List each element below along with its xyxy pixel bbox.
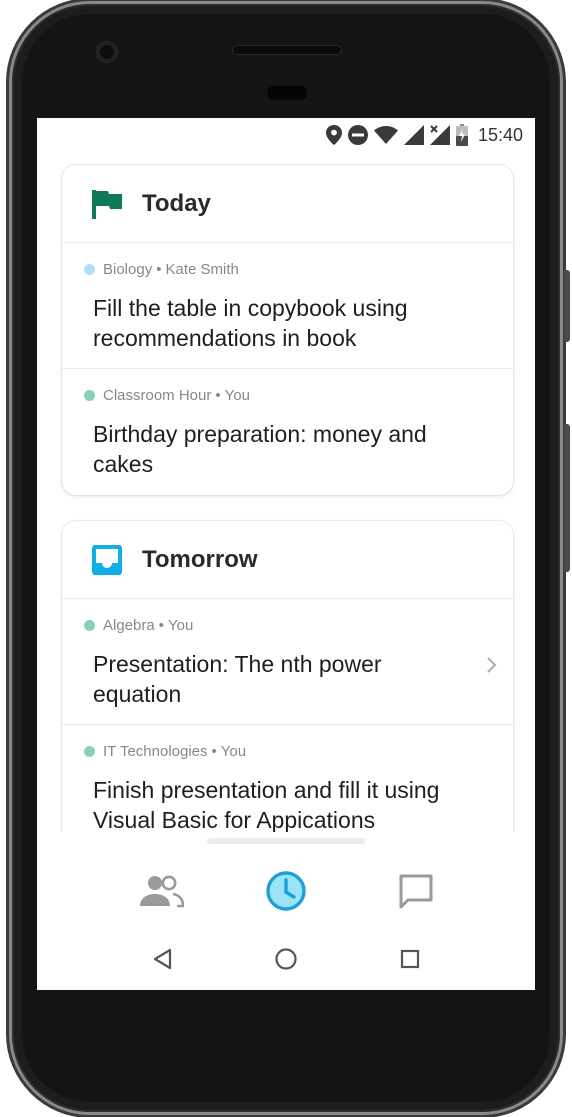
tomorrow-card: Tomorrow Algebra • You Presentation: The… — [62, 521, 513, 832]
task-meta: Biology • Kate Smith — [84, 261, 239, 278]
chevron-right-icon[interactable] — [485, 655, 499, 675]
location-icon — [325, 125, 342, 145]
task-text: Presentation: The nth power equation — [93, 651, 382, 707]
chat-icon — [399, 874, 433, 909]
task-item[interactable]: Classroom Hour • You Birthday preparatio… — [62, 369, 513, 495]
meta-separator: • — [158, 617, 164, 634]
task-item[interactable]: IT Technologies • You Finish presentatio… — [62, 725, 513, 832]
signal-icon — [403, 125, 424, 145]
inbox-icon — [92, 544, 122, 575]
task-item[interactable]: Biology • Kate Smith Fill the table in c… — [62, 243, 513, 369]
clock-icon — [266, 871, 306, 911]
subject-dot — [84, 390, 95, 401]
task-meta: IT Technologies • You — [84, 743, 246, 760]
home-button[interactable] — [271, 944, 301, 974]
task-subject: Algebra — [103, 617, 155, 634]
meta-separator: • — [211, 743, 217, 760]
tomorrow-card-header: Tomorrow — [62, 521, 513, 599]
signal-no-data-icon — [429, 125, 450, 145]
recents-icon — [400, 949, 420, 969]
task-text: Finish presentation and fill it using Vi… — [93, 777, 440, 832]
flag-icon — [92, 189, 122, 219]
status-bar: 15:40 — [37, 118, 535, 152]
screen: 15:40 Today Biology • Kate Smith Fill th… — [37, 118, 535, 990]
recents-button[interactable] — [395, 944, 425, 974]
volume-button — [564, 424, 570, 572]
task-author: You — [224, 387, 250, 404]
task-author: Kate Smith — [165, 261, 239, 278]
task-subject: Classroom Hour — [103, 387, 212, 404]
task-subject: IT Technologies — [103, 743, 208, 760]
task-author: You — [220, 743, 247, 760]
back-button[interactable] — [147, 944, 177, 974]
front-camera — [97, 42, 117, 62]
task-text: Birthday preparation: money and cakes — [93, 421, 427, 477]
nav-clock[interactable] — [263, 868, 309, 914]
task-item[interactable]: Algebra • You Presentation: The nth powe… — [62, 599, 513, 725]
today-title: Today — [142, 189, 211, 217]
system-navigation — [37, 928, 535, 990]
nav-messages[interactable] — [393, 868, 439, 914]
status-icons: 15:40 — [325, 123, 523, 147]
power-button — [564, 270, 570, 342]
task-subject: Biology — [103, 261, 153, 278]
do-not-disturb-icon — [347, 125, 368, 145]
proximity-sensor — [267, 86, 307, 100]
meta-separator: • — [215, 387, 221, 404]
subject-dot — [84, 746, 95, 757]
status-time: 15:40 — [477, 124, 523, 145]
wifi-icon — [373, 126, 398, 144]
subject-dot — [84, 264, 95, 275]
back-icon — [153, 948, 172, 970]
home-icon — [275, 948, 297, 970]
today-card: Today Biology • Kate Smith Fill the tabl… — [62, 165, 513, 495]
earpiece-speaker — [233, 46, 341, 54]
task-author: You — [167, 617, 194, 634]
task-text: Fill the table in copybook using recomme… — [93, 295, 408, 351]
battery-charging-icon — [455, 124, 468, 146]
nav-people[interactable] — [139, 868, 185, 914]
today-card-header: Today — [62, 165, 513, 243]
sheet-handle[interactable] — [207, 838, 365, 844]
people-icon — [140, 875, 184, 908]
meta-separator: • — [156, 261, 162, 278]
task-meta: Classroom Hour • You — [84, 387, 250, 404]
agenda-list[interactable]: Today Biology • Kate Smith Fill the tabl… — [37, 152, 535, 832]
subject-dot — [84, 620, 95, 631]
bottom-navigation — [37, 832, 535, 928]
tomorrow-title: Tomorrow — [142, 545, 258, 573]
task-meta: Algebra • You — [84, 617, 193, 634]
